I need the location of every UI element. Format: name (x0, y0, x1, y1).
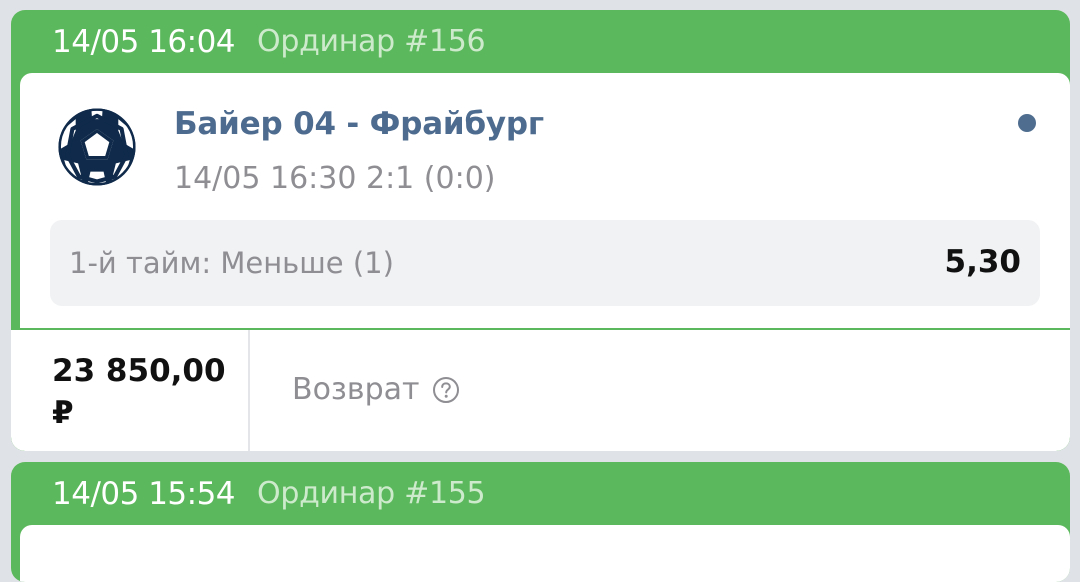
footer-divider (248, 330, 250, 451)
bet-result: Возврат (292, 372, 460, 407)
help-circle-icon[interactable] (432, 376, 460, 404)
bet-card[interactable]: 14/05 16:04 Ординар #156 Байер 04 - Фрай… (11, 10, 1070, 451)
status-dot-icon (1018, 114, 1036, 132)
bet-event (20, 525, 1070, 582)
bet-card[interactable]: 14/05 15:54 Ординар #155 (11, 462, 1070, 582)
stake-amount: 23 850,00 ₽ (52, 353, 226, 431)
soccer-ball-icon (58, 108, 136, 186)
outcome-label: 1-й тайм: Меньше (1) (69, 246, 394, 280)
bet-type: Ординар #155 (257, 476, 486, 511)
bet-event: Байер 04 - Фрайбург 14/05 16:30 2:1 (0:0… (20, 73, 1070, 328)
bet-result-label: Возврат (292, 372, 420, 407)
bet-header: 14/05 15:54 Ординар #155 (11, 462, 1070, 525)
match-datetime-score: 14/05 16:30 2:1 (0:0) (174, 161, 496, 196)
bet-time: 14/05 16:04 (52, 23, 236, 60)
bet-time: 14/05 15:54 (52, 475, 236, 512)
bet-outcome-row: 1-й тайм: Меньше (1) 5,30 (50, 220, 1040, 306)
bet-type: Ординар #156 (257, 24, 486, 59)
bet-header: 14/05 16:04 Ординар #156 (11, 10, 1070, 73)
match-title[interactable]: Байер 04 - Фрайбург (174, 106, 544, 142)
bet-footer: 23 850,00 ₽ Возврат (11, 330, 1070, 451)
outcome-odds: 5,30 (944, 244, 1022, 280)
